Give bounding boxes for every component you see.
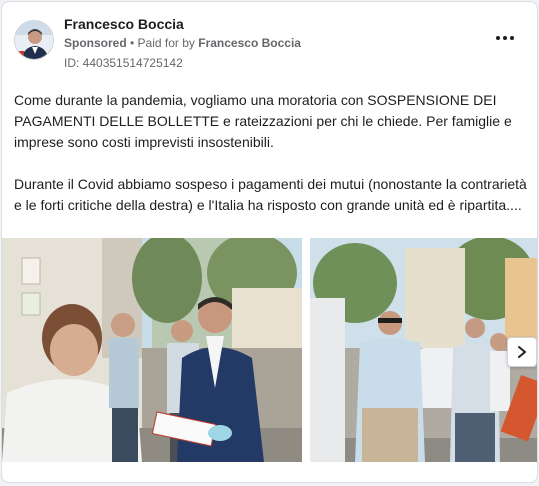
carousel-photo[interactable] (2, 238, 302, 462)
sponsored-post-card: Francesco Boccia Sponsored • Paid for by… (1, 1, 538, 483)
post-paragraph: Durante il Covid abbiamo sospeso i pagam… (14, 176, 527, 213)
street-photo-image (310, 238, 537, 462)
more-options-icon[interactable] (491, 28, 519, 48)
sponsored-label[interactable]: Sponsored (64, 36, 127, 50)
post-paragraph: Come durante la pandemia, vogliamo una m… (14, 92, 512, 150)
more-dot (503, 36, 507, 40)
street-photo-image (2, 238, 302, 462)
meta-separator: • (126, 36, 138, 50)
avatar-photo-icon (15, 21, 53, 59)
more-dot (496, 36, 500, 40)
paid-for-prefix: Paid for by (137, 36, 199, 50)
carousel-photo[interactable] (310, 238, 537, 462)
page-name-link[interactable]: Francesco Boccia (64, 16, 184, 32)
more-dot (510, 36, 514, 40)
image-carousel (2, 238, 537, 462)
post-header: Francesco Boccia Sponsored • Paid for by… (14, 14, 525, 72)
post-body: Come durante la pandemia, vogliamo una m… (14, 90, 529, 237)
sponsored-meta: Sponsored • Paid for by Francesco Boccia (64, 36, 301, 50)
carousel-next-button[interactable] (507, 337, 537, 367)
page-avatar[interactable] (14, 20, 54, 60)
ad-id: ID: 440351514725142 (64, 56, 183, 70)
paid-for-name: Francesco Boccia (198, 36, 301, 50)
chevron-right-icon (518, 346, 526, 358)
